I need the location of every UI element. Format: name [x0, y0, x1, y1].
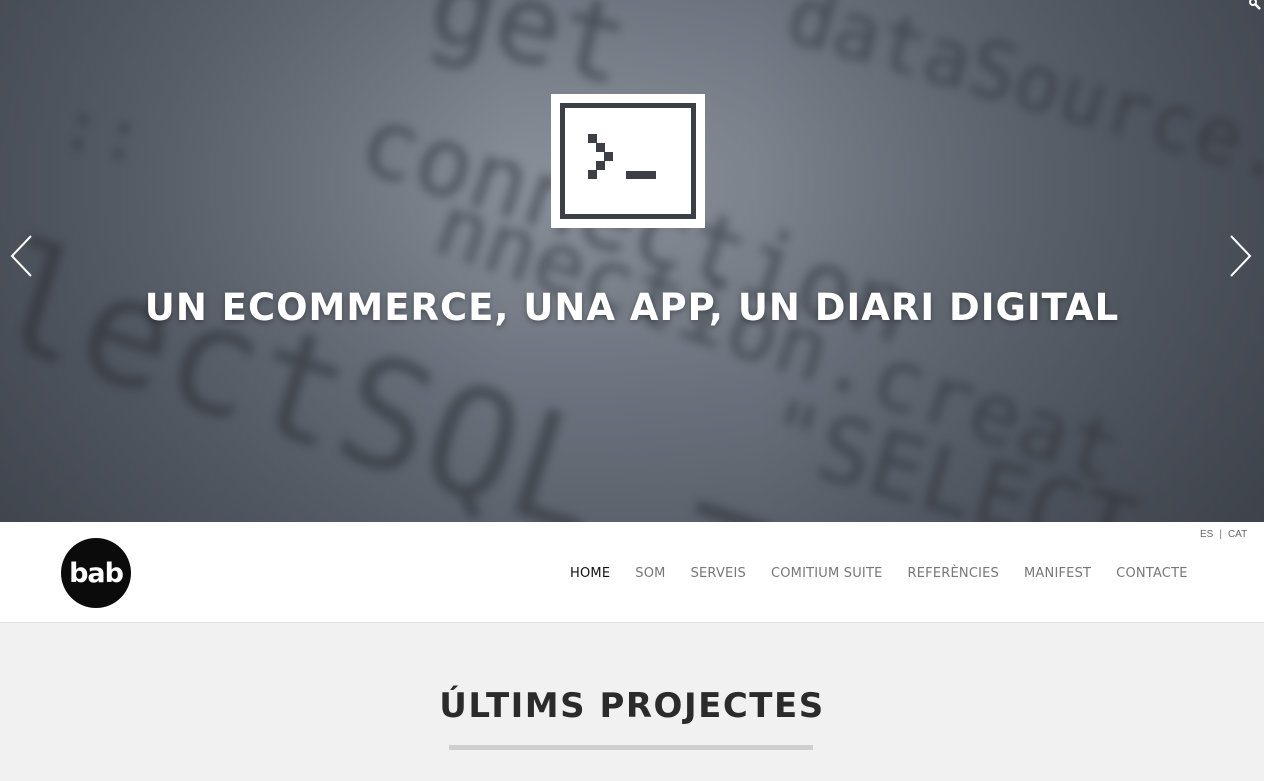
hero-overlay: [0, 0, 1264, 522]
main-nav: HOME SOM SERVEIS COMITIUM SUITE REFERÈNC…: [560, 562, 1203, 585]
chevron-right-icon: [1230, 235, 1252, 277]
language-switcher: ES | CAT: [1200, 529, 1247, 540]
hero-slider: get dataSource. connection nnection.crea…: [0, 0, 1264, 522]
chevron-left-icon: [10, 235, 32, 277]
lang-cat-link[interactable]: CAT: [1228, 529, 1247, 540]
title-underline: [449, 745, 813, 750]
hero-headline: UN ECOMMERCE, UNA APP, UN DIARI DIGITAL: [144, 286, 1120, 329]
nav-item-contacte[interactable]: CONTACTE: [1106, 562, 1197, 585]
nav-item-comitium-suite[interactable]: COMITIUM SUITE: [761, 562, 893, 585]
latest-projects-section: ÚLTIMS PROJECTES: [0, 623, 1264, 781]
nav-item-home[interactable]: HOME: [560, 562, 620, 585]
nav-item-serveis[interactable]: SERVEIS: [681, 562, 756, 585]
nav-item-som[interactable]: SOM: [625, 562, 675, 585]
site-header: bab ES | CAT HOME SOM SERVEIS COMITIUM SUI…: [0, 522, 1264, 623]
nav-item-referencies[interactable]: REFERÈNCIES: [898, 562, 1010, 585]
terminal-icon: [551, 94, 705, 228]
nav-item-manifest[interactable]: MANIFEST: [1014, 562, 1101, 585]
logo-text: bab: [69, 557, 124, 589]
slider-prev-button[interactable]: [6, 232, 36, 280]
zoom-icon[interactable]: [1248, 0, 1262, 12]
slider-next-button[interactable]: [1226, 232, 1256, 280]
lang-separator: |: [1219, 529, 1222, 540]
lang-es-link[interactable]: ES: [1200, 529, 1213, 540]
section-title: ÚLTIMS PROJECTES: [439, 686, 825, 726]
logo[interactable]: bab: [61, 538, 131, 608]
